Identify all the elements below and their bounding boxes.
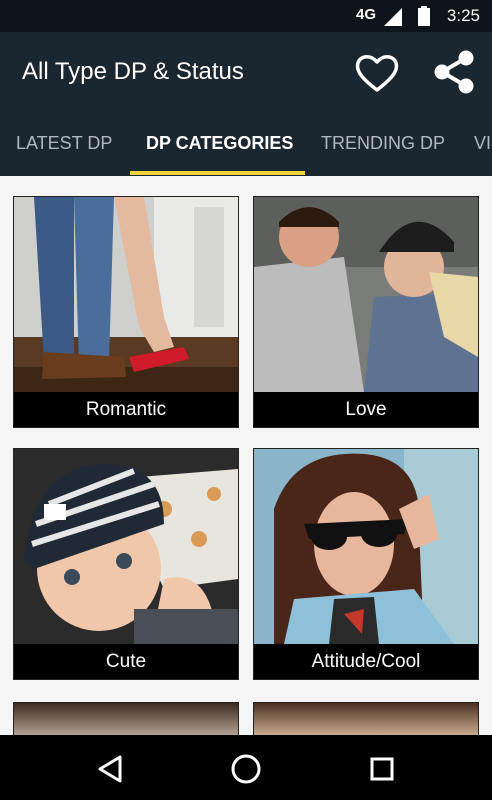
partial-photo [14, 703, 238, 735]
category-card-romantic[interactable]: Romantic [13, 196, 239, 428]
clock: 3:25 [446, 6, 480, 25]
app-bar: All Type DP & Status [0, 32, 492, 114]
category-label: Attitude/Cool [254, 644, 478, 679]
favorites-button[interactable] [352, 48, 402, 98]
love-photo [254, 197, 478, 392]
category-label: Cute [14, 644, 238, 679]
tab-latest-dp[interactable]: LATEST DP [16, 114, 112, 176]
category-label: Love [254, 392, 478, 427]
tab-dp-categories[interactable]: DP CATEGORIES [146, 114, 293, 176]
share-icon [434, 50, 474, 94]
category-card-partial[interactable] [13, 702, 239, 735]
status-bar: 4G 3:25 [0, 0, 492, 32]
category-card-cute[interactable]: Cute [13, 448, 239, 680]
app-title: All Type DP & Status [22, 58, 244, 85]
signal-icon [384, 8, 402, 26]
partial-photo [254, 703, 478, 735]
tab-trending-dp[interactable]: TRENDING DP [321, 114, 445, 176]
category-card-partial[interactable] [253, 702, 479, 735]
category-card-attitude-cool[interactable]: Attitude/Cool [253, 448, 479, 680]
share-button[interactable] [430, 46, 480, 98]
cute-photo [14, 449, 238, 644]
category-card-love[interactable]: Love [253, 196, 479, 428]
system-nav-bar [0, 735, 492, 800]
home-icon[interactable] [228, 751, 264, 787]
categories-grid: Romantic Love Cute Attitude/Cool [0, 176, 492, 735]
romantic-photo [14, 197, 238, 392]
attitude-photo [254, 449, 478, 644]
heart-icon [355, 55, 399, 92]
recents-icon[interactable] [364, 751, 400, 787]
back-icon[interactable] [92, 751, 128, 787]
battery-icon [418, 6, 430, 26]
network-type: 4G [355, 6, 376, 23]
tab-bar: LATEST DP DP CATEGORIES TRENDING DP VI [0, 114, 492, 176]
tab-next[interactable]: VI [474, 114, 491, 176]
active-tab-indicator [130, 171, 305, 175]
category-label: Romantic [14, 392, 238, 427]
